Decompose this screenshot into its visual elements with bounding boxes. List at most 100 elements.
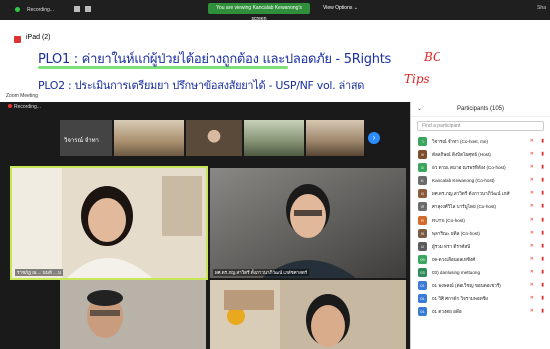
camera-off-icon[interactable]: ▮ [541,308,544,314]
camera-off-icon[interactable]: ▮ [541,138,544,144]
participants-title: Participants (105) [456,106,505,112]
avatar: พ [418,228,427,238]
participant-name: 01 ตวงดย อดีอ [432,309,462,315]
camera-off-icon[interactable]: ▮ [541,269,544,275]
participant-row[interactable]: ผ ผู้ร่วม ทรา ดีราศ์สนี้ ✕ ▮ [411,240,550,253]
participant-list: ว วิจารณ์ จำทา (Co-host, me) ✕ ▮ ด ดัลลกิษณ์ … [411,135,550,318]
participant-name: อว ดามเ ดมาอ ณรพรทิลังง (Co-host) [432,165,506,171]
participant-name: 01 พงษลณ์ (ต่อเวิชญ ขอนดอเชวรี) [432,283,501,289]
zoom-recording-indicator: Recording... [8,104,41,110]
participant-name: RUTS (Co-host) [432,217,465,223]
avatar: 01 [418,307,427,317]
mic-muted-icon[interactable]: ✕ [530,151,534,157]
participant-name: ดัลลกิษณ์ ติ่งบิดโผศุทธ์ (Host) [432,152,491,158]
camera-off-icon[interactable]: ▮ [541,151,544,157]
chevron-down-icon[interactable]: ⌄ [417,102,422,117]
participant-row[interactable]: 01 01 พงษลณ์ (ต่อเวิชญ ขอนดอเชวรี) ✕ ▮ [411,279,550,292]
participant-row[interactable]: ด ดัลลกิษณ์ ติ่งบิดโผศุทธ์ (Host) ✕ ▮ [411,148,550,161]
video-tile-speaker-1[interactable]: ราชภัฏ ณ ... นนท์ ... ม [10,166,208,280]
camera-off-icon[interactable]: ▮ [541,177,544,183]
mic-muted-icon[interactable]: ✕ [530,203,534,209]
participant-row[interactable]: ผ ผศ.ดร.ภญ.สาวิตรี ตั้งภาวนาภิวัฒน์ เภสัช… [411,187,550,200]
camera-off-icon[interactable]: ▮ [541,203,544,209]
avatar: K [418,176,427,186]
participant-row[interactable]: 09 09-ดวงเลือนอลเทชิงศ์ ✕ ▮ [411,253,550,266]
avatar: ศ [418,202,427,212]
participant-row[interactable]: 01 01 ตวงดย อดีอ ✕ ▮ [411,305,550,318]
record-dot-icon [8,104,12,108]
mic-muted-icon[interactable]: ✕ [530,308,534,314]
participant-name: ศาสุงงศ์วิไล บาร์มูไดย (Co-host) [432,204,497,210]
participants-panel: ⌄ Participants (105) Find a participant … [410,102,550,349]
video-tile-speaker-4[interactable] [210,280,406,349]
handwritten-tips: Tips [404,72,430,86]
gallery-thumb[interactable] [186,120,242,156]
viewing-screen-banner: You are viewing Kancalab Kewanong's scre… [208,3,310,22]
participants-header: ⌄ Participants (105) [411,102,550,117]
video-frame-3 [60,280,206,349]
mic-muted-icon[interactable]: ✕ [530,138,534,144]
participant-row[interactable]: ศ ศาสุงงศ์วิไล บาร์มูไดย (Co-host) ✕ ▮ [411,200,550,213]
camera-off-icon[interactable]: ▮ [541,190,544,196]
video-tile-speaker-3[interactable] [60,280,206,349]
mic-muted-icon[interactable]: ✕ [530,295,534,301]
avatar: R [418,215,427,225]
recording-indicator-icon [15,7,20,12]
screen: Recording... You are viewing Kancalab Ke… [0,0,550,349]
avatar: 03 [418,267,427,277]
video-frame-4 [210,280,406,349]
camera-off-icon[interactable]: ▮ [541,282,544,288]
avatar: 01 [418,281,427,291]
mic-muted-icon[interactable]: ✕ [530,177,534,183]
participant-row[interactable]: อ อว ดามเ ดมาอ ณรพรทิลังง (Co-host) ✕ ▮ [411,161,550,174]
participant-row[interactable]: 03 03) danlusing mettuong ✕ ▮ [411,266,550,279]
mic-muted-icon[interactable]: ✕ [530,243,534,249]
participant-name: ผศ.ดร.ภญ.สาวิตรี ตั้งภาวนาภิวัฒน์ เภสัช [432,191,510,197]
mic-muted-icon[interactable]: ✕ [530,190,534,196]
gallery-thumb[interactable] [114,120,184,156]
ipad-title: iPad (2) [26,34,51,41]
participant-name: Kancalab Kewanong (Co-host) [432,178,495,184]
mic-muted-icon[interactable]: ✕ [530,217,534,223]
mic-muted-icon[interactable]: ✕ [530,269,534,275]
mic-muted-icon[interactable]: ✕ [530,230,534,236]
camera-off-icon[interactable]: ▮ [541,295,544,301]
camera-off-icon[interactable]: ▮ [541,243,544,249]
camera-off-icon[interactable]: ▮ [541,164,544,170]
participant-name: 03) danlusing mettuong [432,269,481,275]
avatar: 09 [418,254,427,264]
right-blank-area [440,20,550,102]
stop-icon[interactable] [85,6,91,12]
zoom-window-title: Zoom Meeting [6,93,38,99]
mic-muted-icon[interactable]: ✕ [530,282,534,288]
participant-row[interactable]: 01 01 วิศิ ศกาด์ก วิจรามพอทชิง ✕ ▮ [411,292,550,305]
avatar: ผ [418,241,427,251]
next-page-arrow-icon[interactable]: › [368,132,380,144]
video-frame-2 [210,168,406,278]
gallery-name-label: วิจารณ์ จำทา [64,138,99,144]
mic-muted-icon[interactable]: ✕ [530,164,534,170]
video-frame-1 [12,168,206,278]
view-options-button[interactable]: View Options ⌄ [323,5,358,11]
share-label[interactable]: Sha [537,5,546,11]
camera-off-icon[interactable]: ▮ [541,217,544,223]
zoom-recording-label: Recording... [14,104,41,110]
camera-off-icon[interactable]: ▮ [541,256,544,262]
participant-search-input[interactable]: Find a participant [417,121,544,131]
participant-row[interactable]: ว วิจารณ์ จำทา (Co-host, me) ✕ ▮ [411,135,550,148]
ipad-icon [14,36,21,43]
avatar: 01 [418,294,427,304]
gallery-thumb[interactable] [244,120,304,156]
gallery-thumb[interactable] [306,120,364,156]
pause-icon[interactable] [74,6,80,12]
video-tile-speaker-2[interactable]: ผศ.ดร.ภญ.สาวิตรี ตั้งภาวนาภิวัฒน์ เภสัชศ… [210,168,406,278]
participant-name: ผู้ร่วม ทรา ดีราศ์สนี้ [432,243,471,249]
avatar: ผ [418,189,427,199]
participant-row[interactable]: พ พุลาริณะ้ ยดิล (Co-host) ✕ ▮ [411,227,550,240]
avatar: ด [418,150,427,160]
avatar: ว [418,137,427,146]
participant-row[interactable]: K Kancalab Kewanong (Co-host) ✕ ▮ [411,174,550,187]
participant-row[interactable]: R RUTS (Co-host) ✕ ▮ [411,214,550,227]
mic-muted-icon[interactable]: ✕ [530,256,534,262]
camera-off-icon[interactable]: ▮ [541,230,544,236]
